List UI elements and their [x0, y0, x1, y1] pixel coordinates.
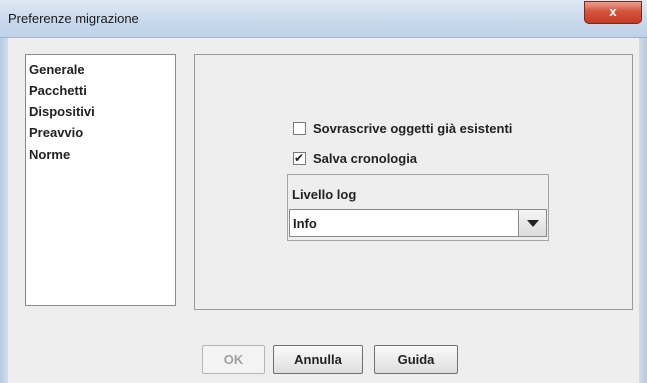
- checkmark-icon: ✔: [294, 150, 305, 165]
- close-button[interactable]: x: [584, 1, 642, 24]
- category-item-pacchetti[interactable]: Pacchetti: [29, 83, 87, 98]
- chevron-down-icon: [527, 220, 539, 227]
- title-bar: Preferenze migrazione x: [0, 0, 647, 38]
- window-title: Preferenze migrazione: [8, 11, 139, 26]
- close-icon: x: [609, 4, 617, 19]
- category-item-norme[interactable]: Norme: [29, 147, 70, 162]
- save-history-checkbox[interactable]: ✔: [293, 150, 306, 165]
- dropdown-button[interactable]: [518, 210, 546, 236]
- cancel-button[interactable]: Annulla: [273, 345, 363, 374]
- category-item-preavvio[interactable]: Preavvio: [29, 125, 83, 140]
- ok-button[interactable]: OK: [202, 345, 265, 374]
- log-level-value: Info: [293, 216, 317, 231]
- category-list: Generale Pacchetti Dispositivi Preavvio …: [25, 54, 176, 306]
- log-level-label: Livello log: [292, 187, 357, 202]
- category-item-generale[interactable]: Generale: [29, 62, 85, 77]
- save-history-label: Salva cronologia: [313, 150, 418, 166]
- overwrite-label: Sovrascrive oggetti già esistenti: [313, 120, 513, 136]
- overwrite-option[interactable]: Sovrascrive oggetti già esistenti: [293, 120, 512, 136]
- window-frame-left: [0, 38, 8, 383]
- help-button[interactable]: Guida: [374, 345, 458, 374]
- category-item-dispositivi[interactable]: Dispositivi: [29, 104, 95, 119]
- overwrite-checkbox[interactable]: [293, 121, 306, 135]
- window-frame-right: [639, 38, 647, 383]
- log-level-select[interactable]: Info: [289, 209, 547, 237]
- save-history-option[interactable]: ✔ Salva cronologia: [293, 150, 417, 166]
